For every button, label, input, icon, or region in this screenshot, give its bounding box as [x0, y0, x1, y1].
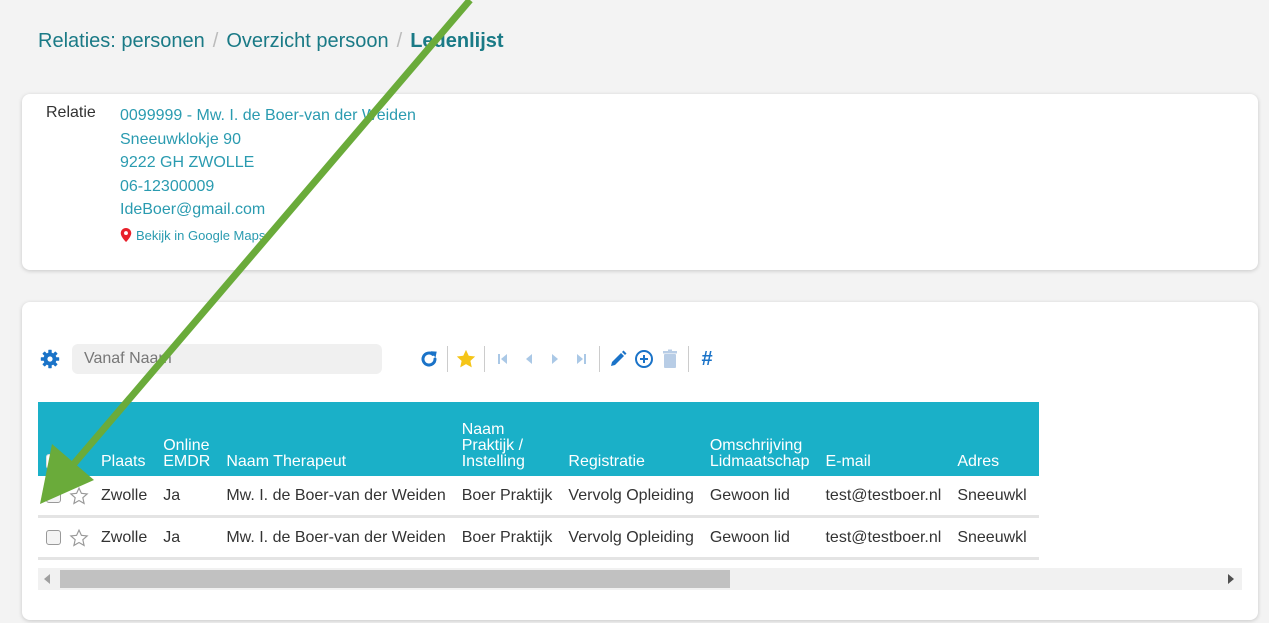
row-checkbox[interactable]: [46, 529, 61, 545]
refresh-icon[interactable]: [416, 346, 442, 372]
edit-icon[interactable]: [605, 346, 631, 372]
add-icon[interactable]: [631, 346, 657, 372]
relation-phone[interactable]: 06-12300009: [120, 175, 416, 199]
relation-details: 0099999 - Mw. I. de Boer-van der Weiden …: [120, 104, 416, 247]
table-row[interactable]: Zwolle Ja Mw. I. de Boer-van der Weiden …: [38, 517, 1040, 559]
last-page-icon[interactable]: [568, 346, 594, 372]
cell-lidmaatschap: Gewoon lid: [709, 528, 790, 546]
table-header-row: Plaats Online EMDR Naam Therapeut Naam P…: [38, 402, 1040, 476]
relation-card: Relatie 0099999 - Mw. I. de Boer-van der…: [22, 94, 1258, 270]
map-pin-icon: [120, 228, 132, 243]
breadcrumb-current: Ledenlijst: [410, 30, 504, 52]
scroll-left-arrow-icon[interactable]: [44, 574, 50, 584]
toolbar-divider: [484, 346, 485, 372]
select-all-checkbox[interactable]: [46, 454, 61, 470]
members-table-card: # Plaats Online EMDR Naam Therapeut Naam…: [22, 302, 1258, 620]
delete-icon[interactable]: [657, 346, 683, 372]
breadcrumb-link-relaties[interactable]: Relaties: personen: [38, 30, 205, 52]
search-input[interactable]: [72, 344, 382, 374]
star-outline-icon[interactable]: [69, 486, 89, 506]
scrollbar-thumb[interactable]: [60, 570, 730, 588]
cell-adres: Sneeuwkl: [957, 486, 1027, 504]
cell-naam-praktijk: Boer Praktijk: [461, 528, 553, 546]
table-toolbar: #: [40, 344, 720, 374]
column-header-omschrijving-lidmaatschap[interactable]: Omschrijving Lidmaatschap: [702, 402, 818, 476]
breadcrumb-link-overzicht[interactable]: Overzicht persoon: [226, 30, 388, 52]
toolbar-divider: [599, 346, 600, 372]
cell-plaats: Zwolle: [101, 486, 148, 504]
cell-registratie: Vervolg Opleiding: [568, 528, 694, 546]
breadcrumb-separator: /: [396, 30, 403, 52]
header-favorite-column: [65, 402, 93, 476]
star-outline-icon[interactable]: [69, 528, 89, 548]
next-icon[interactable]: [542, 346, 568, 372]
cell-registratie: Vervolg Opleiding: [568, 486, 694, 504]
column-header-online-emdr[interactable]: Online EMDR: [155, 402, 218, 476]
column-header-naam-praktijk[interactable]: Naam Praktijk / Instelling: [454, 402, 561, 476]
relation-label: Relatie: [46, 104, 96, 121]
cell-naam-praktijk: Boer Praktijk: [461, 486, 553, 504]
hash-icon[interactable]: #: [694, 346, 720, 372]
cell-email: test@testboer.nl: [825, 528, 942, 546]
cell-lidmaatschap: Gewoon lid: [709, 486, 790, 504]
cell-naam-therapeut: Mw. I. de Boer-van der Weiden: [226, 528, 446, 546]
horizontal-scrollbar[interactable]: [38, 568, 1242, 590]
relation-street: Sneeuwklokje 90: [120, 130, 241, 148]
members-table: Plaats Online EMDR Naam Therapeut Naam P…: [38, 402, 1040, 560]
cell-plaats: Zwolle: [101, 528, 148, 546]
column-header-registratie[interactable]: Registratie: [560, 402, 701, 476]
breadcrumb-separator: /: [212, 30, 219, 52]
relation-name-link[interactable]: 0099999 - Mw. I. de Boer-van der Weiden: [120, 104, 416, 128]
first-page-icon[interactable]: [490, 346, 516, 372]
toolbar-divider: [447, 346, 448, 372]
column-header-naam-therapeut[interactable]: Naam Therapeut: [218, 402, 453, 476]
table-row[interactable]: Zwolle Ja Mw. I. de Boer-van der Weiden …: [38, 476, 1040, 517]
cell-naam-therapeut: Mw. I. de Boer-van der Weiden: [226, 486, 446, 504]
previous-icon[interactable]: [516, 346, 542, 372]
scroll-right-arrow-icon[interactable]: [1228, 574, 1234, 584]
cell-email: test@testboer.nl: [825, 486, 942, 504]
gear-icon[interactable]: [40, 349, 60, 369]
favorite-star-icon[interactable]: [453, 346, 479, 372]
cell-adres: Sneeuwkl: [957, 528, 1027, 546]
cell-online-emdr: Ja: [163, 528, 181, 546]
column-header-adres[interactable]: Adres: [949, 402, 1039, 476]
row-checkbox[interactable]: [46, 487, 61, 503]
toolbar-divider: [688, 346, 689, 372]
column-header-email[interactable]: E-mail: [817, 402, 949, 476]
google-maps-link[interactable]: Bekijk in Google Maps: [120, 224, 416, 248]
breadcrumb: Relaties: personen / Overzicht persoon / Led…: [38, 30, 504, 53]
relation-postal-city: 9222 GH ZWOLLE: [120, 154, 255, 171]
cell-online-emdr: Ja: [163, 486, 181, 504]
relation-email[interactable]: IdeBoer@gmail.com: [120, 198, 416, 222]
column-header-plaats[interactable]: Plaats: [93, 402, 155, 476]
google-maps-label: Bekijk in Google Maps: [136, 227, 266, 243]
